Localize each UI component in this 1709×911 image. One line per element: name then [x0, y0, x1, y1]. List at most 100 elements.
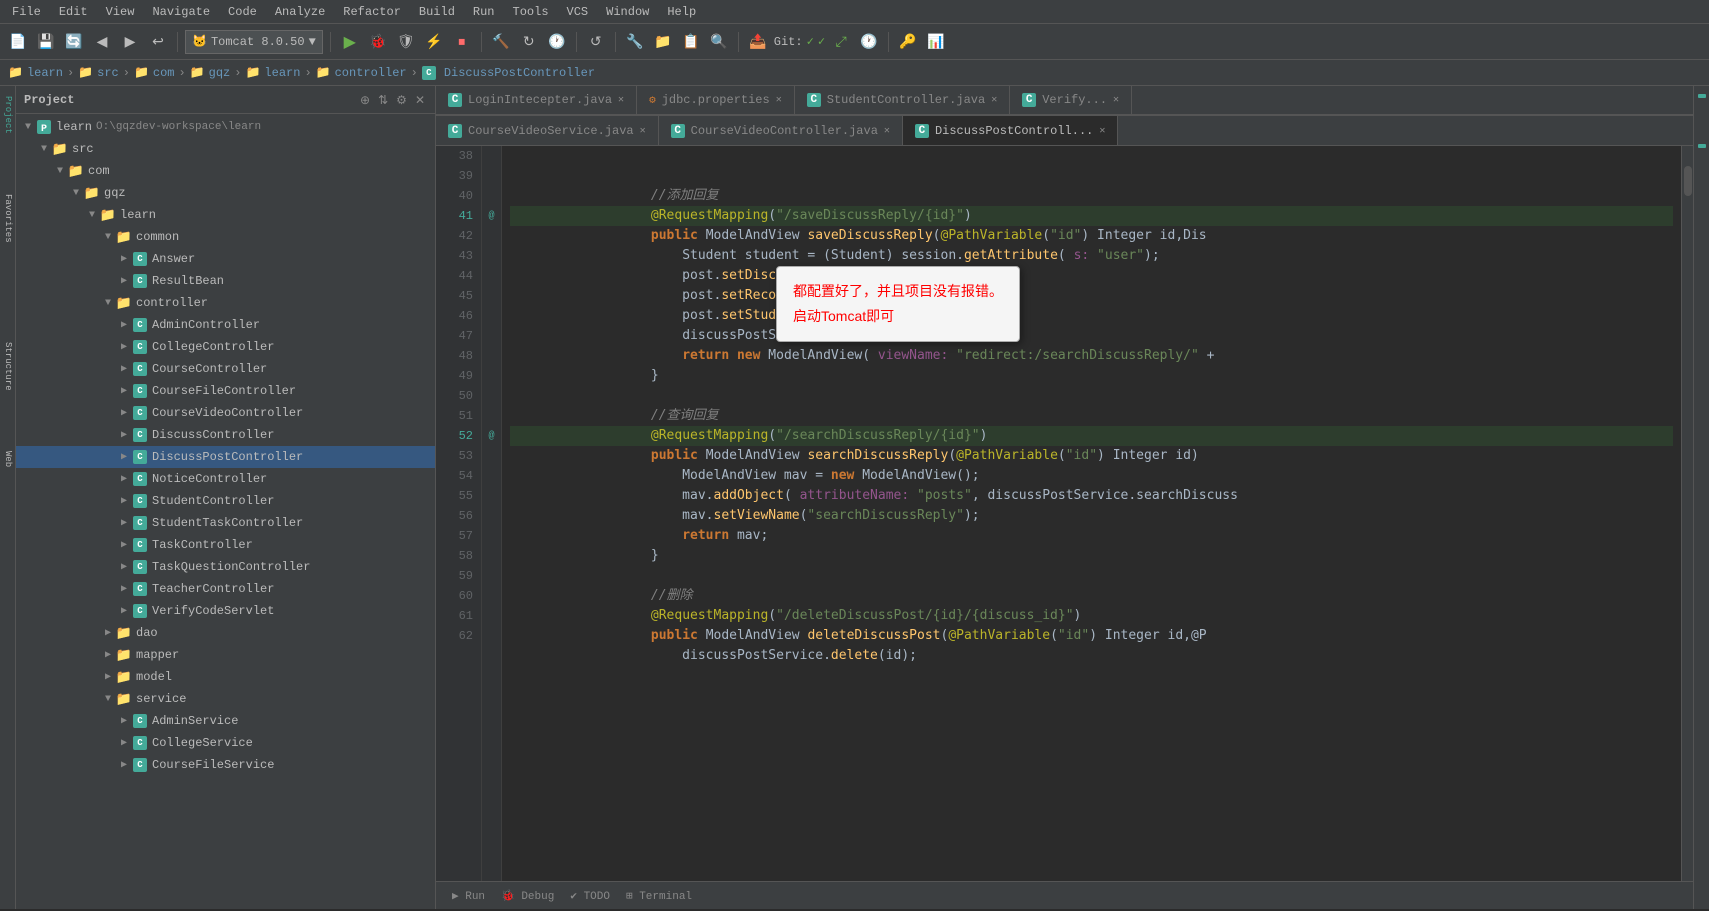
breadcrumb-file[interactable]: C DiscussPostController — [422, 66, 595, 80]
coverage-button[interactable]: 🛡 — [394, 30, 418, 54]
tab-close-button[interactable]: ✕ — [618, 94, 624, 106]
reload-button[interactable]: ↻ — [517, 30, 541, 54]
extra-button2[interactable]: 📊 — [924, 30, 948, 54]
menu-navigate[interactable]: Navigate — [144, 3, 218, 21]
run-button[interactable]: ▶ — [338, 30, 362, 54]
tree-item-TeacherController[interactable]: ▶ C TeacherController — [16, 578, 435, 600]
menu-edit[interactable]: Edit — [51, 3, 96, 21]
menu-run[interactable]: Run — [465, 3, 503, 21]
tab-jdbc[interactable]: ⚙ jdbc.properties ✕ — [637, 86, 795, 114]
stop-button[interactable]: ⏹ — [450, 30, 474, 54]
breadcrumb-controller[interactable]: 📁 controller — [316, 65, 407, 80]
panel-new-button[interactable]: ⊕ — [358, 91, 372, 109]
tree-item-src[interactable]: ▼ 📁 src — [16, 138, 435, 160]
history-button[interactable]: 🕐 — [545, 30, 569, 54]
tree-item-CourseFileService[interactable]: ▶ C CourseFileService — [16, 754, 435, 776]
tree-item-NoticeController[interactable]: ▶ C NoticeController — [16, 468, 435, 490]
debug-button[interactable]: 🐞 — [366, 30, 390, 54]
tab-close-button[interactable]: ✕ — [776, 94, 782, 106]
tree-item-VerifyCodeServlet[interactable]: ▶ C VerifyCodeServlet — [16, 600, 435, 622]
extra-button1[interactable]: 🔑 — [896, 30, 920, 54]
tab-StudentController[interactable]: C StudentController.java ✕ — [795, 86, 1010, 114]
tree-item-dao[interactable]: ▶ 📁 dao — [16, 622, 435, 644]
forward-button[interactable]: ▶ — [118, 30, 142, 54]
sidebar-tab-project[interactable]: Project — [0, 86, 15, 144]
back-button[interactable]: ◀ — [90, 30, 114, 54]
tab-LoginIntecepter[interactable]: C LoginIntecepter.java ✕ — [436, 86, 637, 114]
bottom-tab-todo[interactable]: ✔ TODO — [562, 887, 618, 905]
menu-refactor[interactable]: Refactor — [335, 3, 409, 21]
undo-recent[interactable]: ↩ — [146, 30, 170, 54]
menu-tools[interactable]: Tools — [505, 3, 557, 21]
tree-item-CourseVideoController[interactable]: ▶ C CourseVideoController — [16, 402, 435, 424]
build-button[interactable]: 🔨 — [489, 30, 513, 54]
breadcrumb-learn2[interactable]: 📁 learn — [245, 65, 300, 80]
panel-close-button[interactable]: ✕ — [413, 91, 427, 109]
commit-button[interactable]: 🕐 — [857, 30, 881, 54]
tree-item-DiscussController[interactable]: ▶ C DiscussController — [16, 424, 435, 446]
share-button[interactable]: 📤 — [746, 30, 770, 54]
menu-file[interactable]: File — [4, 3, 49, 21]
bottom-tab-debug[interactable]: 🐞 Debug — [493, 887, 562, 905]
panel-gear-button[interactable]: ⚙ — [394, 91, 409, 109]
tree-item-root[interactable]: ▼ P learn O:\gqzdev-workspace\learn — [16, 116, 435, 138]
code-editor[interactable]: 都配置好了，并且项目没有报错。 启动Tomcat即可 38 39 40 41 4… — [436, 146, 1693, 881]
tree-item-common[interactable]: ▼ 📁 common — [16, 226, 435, 248]
tools-button[interactable]: 🔧 — [623, 30, 647, 54]
tree-item-AdminController[interactable]: ▶ C AdminController — [16, 314, 435, 336]
breadcrumb-gqz[interactable]: 📁 gqz — [190, 65, 231, 80]
breadcrumb-learn[interactable]: 📁 learn — [8, 65, 63, 80]
code-content[interactable]: //添加回复 @RequestMapping("/saveDiscussRepl… — [502, 146, 1681, 881]
tree-item-ResultBean[interactable]: ▶ C ResultBean — [16, 270, 435, 292]
tree-item-service[interactable]: ▼ 📁 service — [16, 688, 435, 710]
tree-item-gqz[interactable]: ▼ 📁 gqz — [16, 182, 435, 204]
menu-build[interactable]: Build — [411, 3, 463, 21]
breadcrumb-com[interactable]: 📁 com — [134, 65, 175, 80]
breadcrumb-src[interactable]: 📁 src — [78, 65, 119, 80]
menu-help[interactable]: Help — [659, 3, 704, 21]
project-tree[interactable]: ▼ P learn O:\gqzdev-workspace\learn ▼ 📁 … — [16, 114, 435, 909]
local-history-button[interactable]: 📋 — [679, 30, 703, 54]
tree-item-CourseFileController[interactable]: ▶ C CourseFileController — [16, 380, 435, 402]
tab-CourseVideoController[interactable]: C CourseVideoController.java ✕ — [659, 116, 903, 145]
tree-item-TaskQuestionController[interactable]: ▶ C TaskQuestionController — [16, 556, 435, 578]
tree-item-mapper[interactable]: ▶ 📁 mapper — [16, 644, 435, 666]
vcs-button[interactable]: 📁 — [651, 30, 675, 54]
sidebar-tab-favorites[interactable]: Favorites — [0, 184, 15, 253]
tree-item-Answer[interactable]: ▶ C Answer — [16, 248, 435, 270]
tab-close-button[interactable]: ✕ — [1099, 125, 1105, 137]
tree-item-model[interactable]: ▶ 📁 model — [16, 666, 435, 688]
tab-close-button[interactable]: ✕ — [884, 125, 890, 137]
tree-item-com[interactable]: ▼ 📁 com — [16, 160, 435, 182]
tree-item-StudentTaskController[interactable]: ▶ C StudentTaskController — [16, 512, 435, 534]
menu-analyze[interactable]: Analyze — [267, 3, 333, 21]
sync-button[interactable]: 🔄 — [62, 30, 86, 54]
tab-CourseVideoService[interactable]: C CourseVideoService.java ✕ — [436, 116, 659, 145]
menu-view[interactable]: View — [98, 3, 143, 21]
tree-item-StudentController[interactable]: ▶ C StudentController — [16, 490, 435, 512]
tree-item-learn[interactable]: ▼ 📁 learn — [16, 204, 435, 226]
menu-window[interactable]: Window — [598, 3, 657, 21]
new-button[interactable]: 📄 — [6, 30, 30, 54]
tree-item-CollegeController[interactable]: ▶ C CollegeController — [16, 336, 435, 358]
tree-item-AdminService[interactable]: ▶ C AdminService — [16, 710, 435, 732]
git-merge-button[interactable]: ⤢ — [829, 30, 853, 54]
menu-vcs[interactable]: VCS — [559, 3, 597, 21]
scrollbar-right[interactable] — [1681, 146, 1693, 881]
bottom-tab-terminal[interactable]: ⊞ Terminal — [618, 887, 700, 905]
tab-Verify[interactable]: C Verify... ✕ — [1010, 86, 1132, 114]
menu-code[interactable]: Code — [220, 3, 265, 21]
run-config-selector[interactable]: 🐱 Tomcat 8.0.50 ▼ — [185, 30, 323, 54]
tab-DiscussPostController[interactable]: C DiscussPostControll... ✕ — [903, 116, 1118, 146]
tab-close-button[interactable]: ✕ — [991, 94, 997, 106]
sidebar-tab-structure[interactable]: Structure — [0, 332, 15, 401]
sidebar-tab-web[interactable]: Web — [0, 441, 15, 477]
tree-item-CourseController[interactable]: ▶ C CourseController — [16, 358, 435, 380]
tab-close-button[interactable]: ✕ — [640, 125, 646, 137]
tree-item-controller[interactable]: ▼ 📁 controller — [16, 292, 435, 314]
bottom-tab-run[interactable]: ▶ Run — [444, 887, 493, 905]
tree-item-TaskController[interactable]: ▶ C TaskController — [16, 534, 435, 556]
panel-expand-button[interactable]: ⇅ — [376, 91, 390, 109]
tab-close-button[interactable]: ✕ — [1113, 94, 1119, 106]
tree-item-CollegeService[interactable]: ▶ C CollegeService — [16, 732, 435, 754]
